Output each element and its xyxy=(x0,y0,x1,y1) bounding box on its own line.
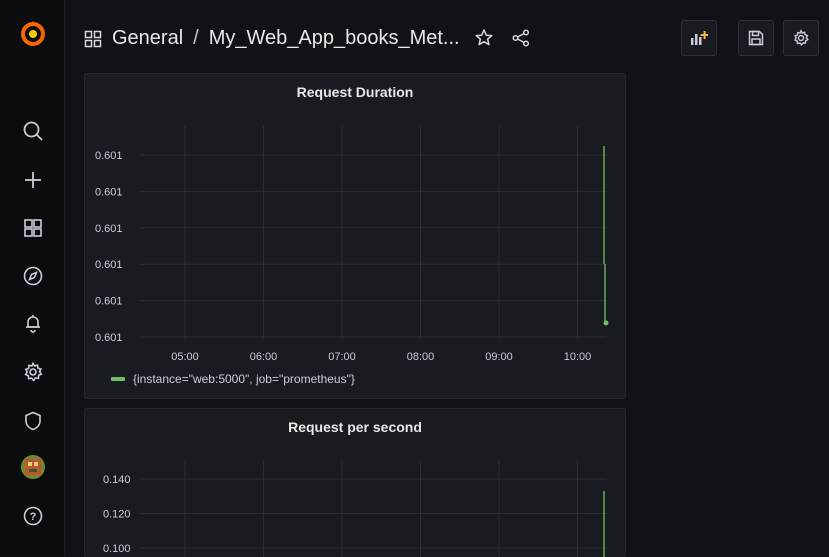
y-tick-label: 0.100 xyxy=(103,543,131,555)
grafana-logo-icon[interactable] xyxy=(18,18,48,48)
x-tick-label: 05:00 xyxy=(171,351,199,363)
x-tick-label: 10:00 xyxy=(564,351,592,363)
dashboards-icon[interactable] xyxy=(20,215,46,241)
save-icon xyxy=(748,30,764,46)
y-tick-label: 0.601 xyxy=(95,186,123,198)
explore-compass-icon[interactable] xyxy=(20,263,46,289)
breadcrumb-separator: / xyxy=(193,27,199,49)
breadcrumb-folder[interactable]: General xyxy=(112,27,183,50)
legend-swatch xyxy=(111,377,125,381)
y-tick-label: 0.601 xyxy=(95,332,123,344)
y-tick-label: 0.140 xyxy=(103,474,131,486)
y-tick-label: 0.601 xyxy=(95,150,123,162)
settings-gear-icon xyxy=(793,29,809,47)
chart-request-per-second: 0.140 0.120 0.100 xyxy=(103,461,607,557)
y-tick-label: 0.601 xyxy=(95,259,123,271)
shield-icon[interactable] xyxy=(20,408,46,434)
star-icon[interactable] xyxy=(474,28,494,48)
x-tick-label: 09:00 xyxy=(485,351,513,363)
help-icon[interactable]: ? xyxy=(20,503,46,529)
x-tick-label: 06:00 xyxy=(250,351,278,363)
svg-text:?: ? xyxy=(30,511,37,523)
dashboard-settings-button[interactable] xyxy=(783,20,819,56)
x-tick-label: 08:00 xyxy=(407,351,435,363)
legend-label: {instance="web:5000", job="prometheus"} xyxy=(133,372,355,386)
dashboard-title[interactable]: My_Web_App_books_Met... xyxy=(209,27,460,50)
plus-icon[interactable] xyxy=(20,167,46,193)
chart-request-duration: 0.601 0.601 0.601 0.601 0.601 0.601 05:00 06:0… xyxy=(95,126,609,363)
dashboard-grid-icon xyxy=(84,30,102,47)
save-dashboard-button[interactable] xyxy=(738,20,774,56)
panel-request-duration[interactable]: Request Duration 0.601 0.601 0.601 0.601 0.6… xyxy=(84,73,626,399)
add-panel-button[interactable] xyxy=(681,20,717,56)
breadcrumb: General / My_Web_App_books_Met... xyxy=(84,27,460,50)
legend-item[interactable]: {instance="web:5000", job="prometheus"} xyxy=(111,372,355,386)
top-navbar: General / My_Web_App_books_Met... xyxy=(64,0,829,72)
search-icon[interactable] xyxy=(20,118,46,144)
alerting-bell-icon[interactable] xyxy=(20,310,46,336)
add-panel-icon xyxy=(691,31,708,45)
y-tick-label: 0.120 xyxy=(103,509,131,521)
y-tick-label: 0.601 xyxy=(95,223,123,235)
x-tick-label: 07:00 xyxy=(328,351,356,363)
panel-request-per-second[interactable]: Request per second 0.140 0.120 0.100 xyxy=(84,408,626,557)
sidebar: ? xyxy=(0,0,65,556)
share-icon[interactable] xyxy=(511,28,531,48)
y-tick-label: 0.601 xyxy=(95,296,123,308)
configuration-gear-icon[interactable] xyxy=(20,359,46,385)
avatar[interactable] xyxy=(21,455,45,479)
series-point xyxy=(603,320,609,326)
